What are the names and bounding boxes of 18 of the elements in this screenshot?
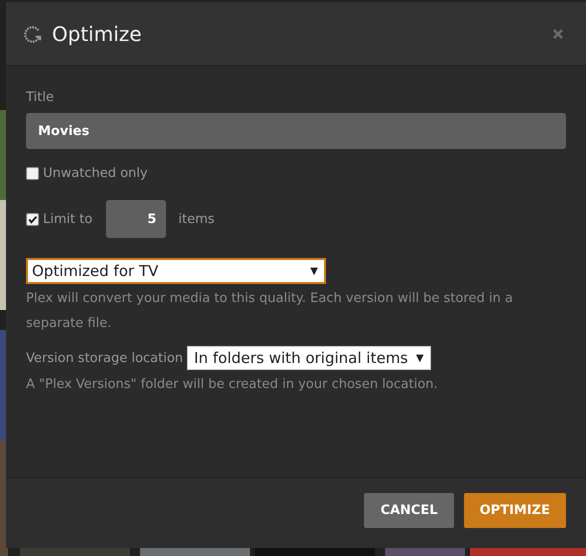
checkbox-label: Unwatched only [43,166,148,181]
quality-dropdown[interactable]: Optimized for TV ▼ [26,258,326,284]
field-label: Title [26,90,55,105]
storage-dropdown[interactable]: In folders with original items ▼ [187,346,431,370]
dialog-title: Optimize [52,22,143,46]
field-label: Version storage location [26,350,184,366]
checkbox-label: Limit to [43,212,92,226]
close-icon[interactable] [552,28,564,40]
title-field[interactable]: Movies [26,113,566,149]
optimize-button[interactable]: OPTIMIZE [464,492,566,528]
unit-label: items [178,212,215,226]
help-text: Plex will convert your media to this quality. Each version will be stored in a separate file. [26,290,514,333]
cancel-button[interactable]: CANCEL [364,492,454,528]
number-field[interactable]: 5 [106,200,166,238]
checkbox[interactable] [26,167,39,180]
spinner-icon [24,24,42,42]
help-text: A "Plex Versions" folder will be created in your chosen location. [26,376,439,394]
checkbox[interactable] [26,212,39,226]
